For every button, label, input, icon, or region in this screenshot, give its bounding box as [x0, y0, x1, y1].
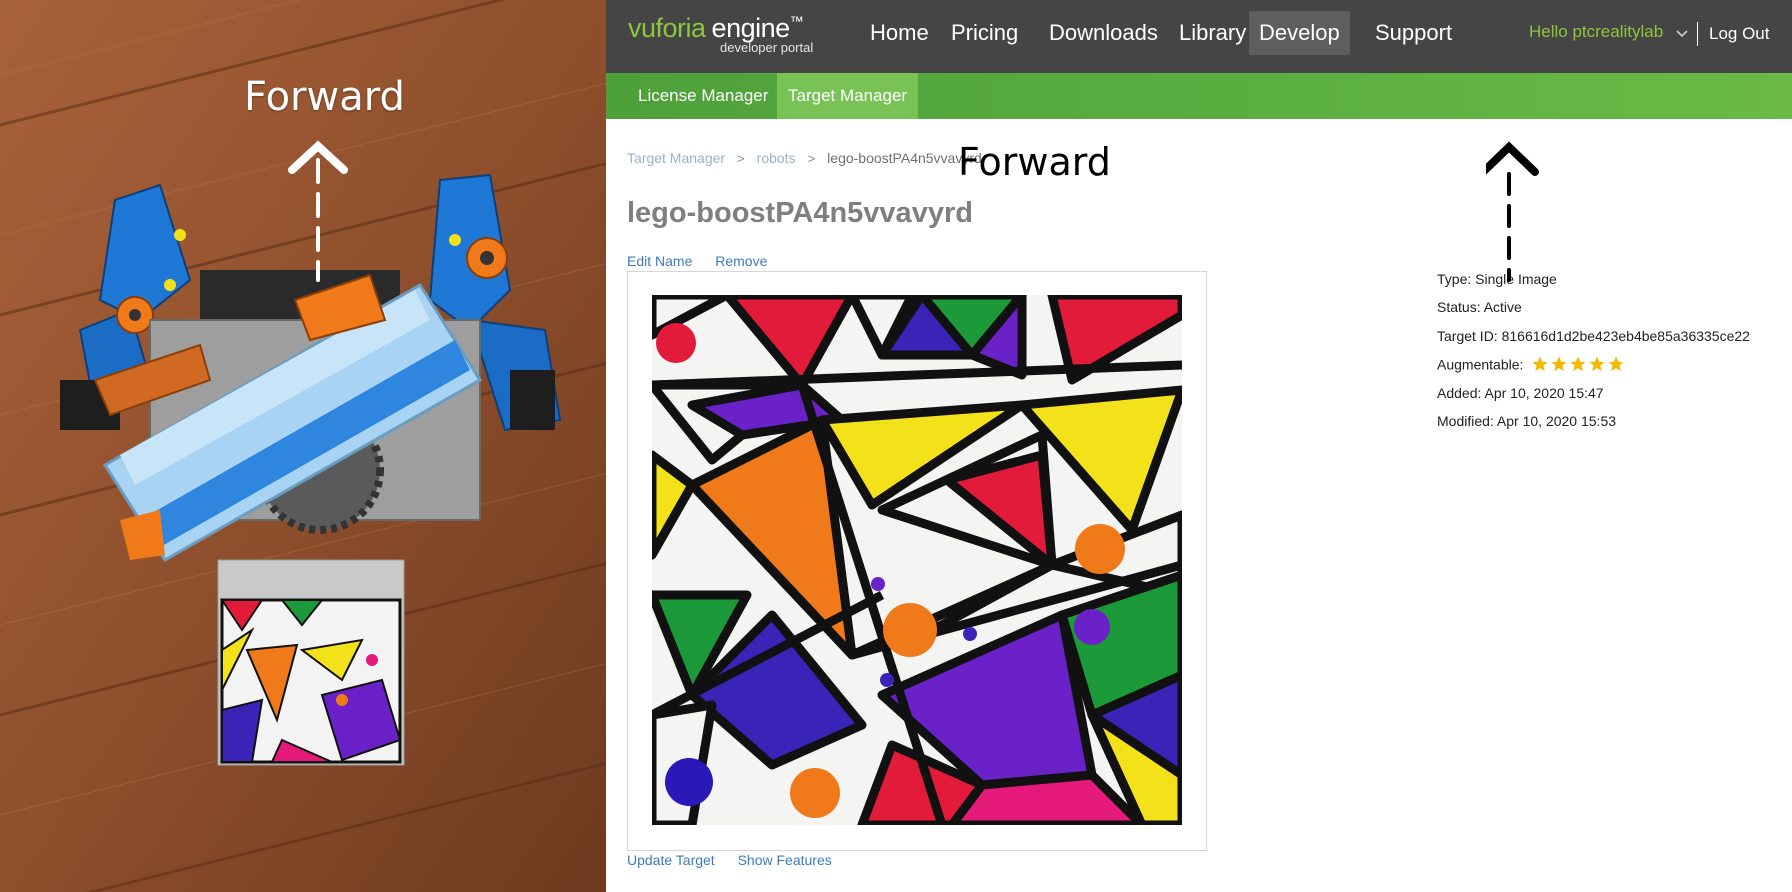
tab-license-manager[interactable]: License Manager [627, 73, 779, 119]
tab-target-manager[interactable]: Target Manager [777, 73, 919, 119]
logout-link[interactable]: Log Out [1709, 24, 1770, 44]
logo-trademark: ™ [789, 13, 804, 29]
breadcrumb: Target Manager > robots > lego-boostPA4n5vva… [627, 150, 982, 166]
meta-target-id: Target ID: 816616d1d2be423eb4be85a36335c… [1437, 327, 1750, 344]
star-icon [1550, 355, 1568, 373]
update-target-link[interactable]: Update Target [627, 852, 715, 868]
nav-support[interactable]: Support [1365, 11, 1462, 55]
augmentable-label: Augmentable: [1437, 356, 1524, 373]
nav-divider [1697, 22, 1698, 46]
star-icon [1531, 355, 1549, 373]
page-title: lego-boostPA4n5vvavyrd [627, 197, 973, 229]
meta-augmentable: Augmentable: [1437, 355, 1750, 383]
star-icon [1607, 355, 1625, 373]
target-image [652, 295, 1182, 825]
user-greeting: Hello ptcrealitylab [1529, 22, 1664, 41]
nav-pricing[interactable]: Pricing [941, 11, 1028, 55]
star-icon [1588, 355, 1606, 373]
breadcrumb-robots[interactable]: robots [757, 150, 796, 166]
breadcrumb-separator: > [737, 151, 745, 166]
meta-modified: Modified: Apr 10, 2020 15:53 [1437, 412, 1617, 429]
meta-status: Status: Active [1437, 299, 1522, 316]
robot-photo-image [0, 0, 606, 892]
photo-forward-label: Forward [244, 74, 405, 120]
meta-added: Added: Apr 10, 2020 15:47 [1437, 384, 1604, 401]
breadcrumb-target-manager[interactable]: Target Manager [627, 150, 725, 166]
target-actions: Edit Name Remove [627, 253, 786, 269]
augmentable-rating [1531, 355, 1626, 377]
vuforia-logo[interactable]: vuforia engine™ developer portal [628, 13, 828, 59]
overlay-forward-label: Forward [958, 140, 1111, 184]
robot-photo: Forward [0, 0, 606, 892]
logo-suffix: engine [711, 13, 791, 43]
target-bottom-actions: Update Target Show Features [627, 852, 851, 868]
top-navigation: vuforia engine™ developer portal Home Pri… [606, 0, 1792, 73]
chevron-down-icon [1676, 23, 1688, 43]
show-features-link[interactable]: Show Features [738, 852, 832, 868]
target-image-frame [627, 271, 1207, 851]
nav-home[interactable]: Home [860, 11, 939, 55]
vuforia-portal: vuforia engine™ developer portal Home Pri… [606, 0, 1792, 892]
edit-name-link[interactable]: Edit Name [627, 253, 692, 269]
logo-subtitle: developer portal [720, 40, 814, 55]
user-menu[interactable]: Hello ptcrealitylab [1529, 22, 1688, 43]
overlay-forward-arrow [1486, 141, 1539, 282]
breadcrumb-separator: > [807, 151, 816, 166]
remove-link[interactable]: Remove [715, 253, 767, 269]
sub-navigation: License Manager Target Manager [606, 73, 1792, 119]
nav-downloads[interactable]: Downloads [1039, 11, 1168, 55]
logo-word: vuforia [628, 13, 706, 43]
star-icon [1569, 355, 1587, 373]
target-metadata: Type: Single Image Status: Active Target… [1437, 270, 1750, 440]
nav-library[interactable]: Library [1169, 11, 1256, 55]
nav-develop[interactable]: Develop [1249, 11, 1350, 55]
